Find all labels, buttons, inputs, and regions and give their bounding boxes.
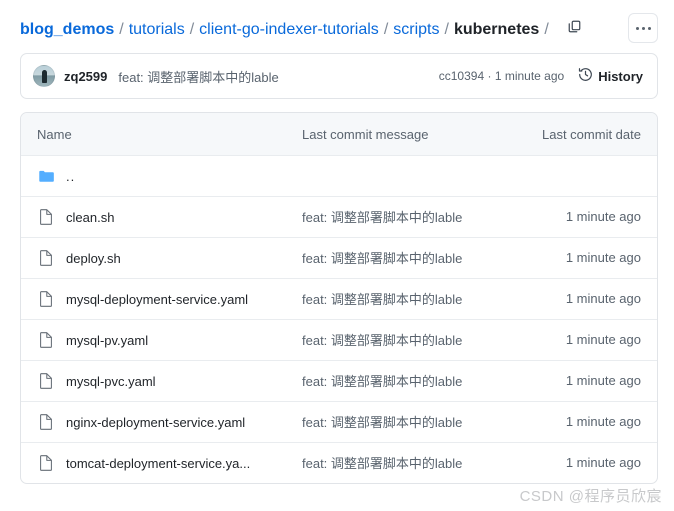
- file-icon: [37, 331, 55, 349]
- breadcrumb-item-tutorials[interactable]: tutorials: [129, 22, 185, 38]
- folder-icon: [37, 167, 55, 185]
- breadcrumb: blog_demos / tutorials / client-go-index…: [20, 15, 614, 41]
- row-commit-message[interactable]: feat: 调整部署脚本中的lable: [302, 333, 462, 348]
- row-name-cell: mysql-pvc.yaml: [37, 372, 302, 390]
- row-name-link[interactable]: mysql-pv.yaml: [66, 333, 148, 348]
- column-header-name: Name: [37, 126, 72, 142]
- row-message-cell: feat: 调整部署脚本中的lable: [302, 248, 521, 268]
- history-clock-icon: [578, 67, 593, 85]
- breadcrumb-bar: blog_demos / tutorials / client-go-index…: [0, 0, 674, 43]
- row-date-cell: 1 minute ago: [521, 249, 641, 267]
- breadcrumb-separator: /: [444, 21, 449, 38]
- table-row[interactable]: clean.sh feat: 调整部署脚本中的lable 1 minute ago: [21, 196, 657, 237]
- row-commit-date: 1 minute ago: [565, 373, 641, 388]
- row-message-cell: feat: 调整部署脚本中的lable: [302, 371, 521, 391]
- table-row[interactable]: mysql-pv.yaml feat: 调整部署脚本中的lable 1 minute…: [21, 319, 657, 360]
- row-message-cell: feat: 调整部署脚本中的lable: [302, 412, 521, 432]
- row-name-link[interactable]: mysql-deployment-service.yaml: [66, 292, 248, 307]
- row-commit-date: 1 minute ago: [565, 414, 641, 429]
- table-row[interactable]: mysql-deployment-service.yaml feat: 调整部署脚…: [21, 278, 657, 319]
- row-name-link[interactable]: mysql-pvc.yaml: [66, 374, 156, 389]
- history-button-label: History: [598, 68, 643, 84]
- row-date-cell: 1 minute ago: [521, 208, 641, 226]
- row-commit-message[interactable]: feat: 调整部署脚本中的lable: [302, 456, 462, 471]
- row-name-cell: tomcat-deployment-service.ya...: [37, 454, 302, 472]
- table-row[interactable]: mysql-pvc.yaml feat: 调整部署脚本中的lable 1 minut…: [21, 360, 657, 401]
- row-message-cell: feat: 调整部署脚本中的lable: [302, 330, 521, 350]
- row-commit-date: 1 minute ago: [565, 291, 641, 306]
- row-message-cell: feat: 调整部署脚本中的lable: [302, 207, 521, 227]
- file-icon: [37, 290, 55, 308]
- row-date-cell: 1 minute ago: [521, 331, 641, 349]
- latest-commit-bar: zq2599 feat: 调整部署脚本中的lable cc10394 · 1 m…: [20, 53, 658, 99]
- table-row[interactable]: deploy.sh feat: 调整部署脚本中的lable 1 minute ago: [21, 237, 657, 278]
- file-icon: [37, 249, 55, 267]
- row-message-cell: feat: 调整部署脚本中的lable: [302, 453, 521, 473]
- row-commit-message[interactable]: feat: 调整部署脚本中的lable: [302, 251, 462, 266]
- row-message-cell: feat: 调整部署脚本中的lable: [302, 289, 521, 309]
- row-name-cell: clean.sh: [37, 208, 302, 226]
- row-name-link[interactable]: deploy.sh: [66, 251, 121, 266]
- breadcrumb-trailing-separator: /: [544, 21, 549, 38]
- file-icon: [37, 454, 55, 472]
- commit-meta-separator: ·: [487, 69, 492, 83]
- row-commit-date: 1 minute ago: [565, 332, 641, 347]
- row-name-cell: nginx-deployment-service.yaml: [37, 413, 302, 431]
- history-button[interactable]: History: [578, 67, 643, 85]
- table-row[interactable]: nginx-deployment-service.yaml feat: 调整部署脚…: [21, 401, 657, 442]
- row-name-cell: mysql-pv.yaml: [37, 331, 302, 349]
- breadcrumb-separator: /: [119, 21, 124, 38]
- column-header-last-commit-message: Last commit message: [302, 126, 429, 142]
- kebab-more-icon: [635, 26, 651, 30]
- commit-author[interactable]: zq2599: [64, 69, 107, 84]
- breadcrumb-item-scripts[interactable]: scripts: [393, 22, 439, 38]
- file-icon: [37, 208, 55, 226]
- row-commit-message[interactable]: feat: 调整部署脚本中的lable: [302, 374, 462, 389]
- row-commit-date: 1 minute ago: [565, 250, 641, 265]
- breadcrumb-separator: /: [189, 21, 195, 38]
- row-date-cell: 1 minute ago: [521, 413, 641, 431]
- breadcrumb-item-blog_demos[interactable]: blog_demos: [20, 22, 114, 38]
- row-date-cell: 1 minute ago: [521, 290, 641, 308]
- row-commit-message[interactable]: feat: 调整部署脚本中的lable: [302, 415, 462, 430]
- row-name-link[interactable]: ..: [66, 169, 75, 184]
- row-name-link[interactable]: nginx-deployment-service.yaml: [66, 415, 245, 430]
- avatar[interactable]: [33, 65, 55, 87]
- breadcrumb-item-client-go-indexer-tutorials[interactable]: client-go-indexer-tutorials: [199, 22, 379, 38]
- row-name-link[interactable]: tomcat-deployment-service.ya...: [66, 456, 250, 471]
- table-row[interactable]: ..: [21, 155, 657, 196]
- table-header-row: Name Last commit message Last commit dat…: [21, 113, 657, 155]
- row-name-cell: mysql-deployment-service.yaml: [37, 290, 302, 308]
- column-header-last-commit-date: Last commit date: [542, 126, 641, 142]
- commit-relative-time: 1 minute ago: [494, 69, 565, 83]
- commit-meta: cc10394 · 1 minute ago: [439, 69, 564, 83]
- row-commit-message[interactable]: feat: 调整部署脚本中的lable: [302, 292, 462, 307]
- copy-path-button[interactable]: [562, 15, 588, 41]
- row-commit-date: 1 minute ago: [565, 209, 641, 224]
- row-commit-date: 1 minute ago: [565, 455, 641, 470]
- row-date-cell: 1 minute ago: [521, 454, 641, 472]
- breadcrumb-item-kubernetes: kubernetes: [453, 21, 540, 38]
- row-name-cell: deploy.sh: [37, 249, 302, 267]
- more-options-button[interactable]: [628, 13, 658, 43]
- row-date-cell: 1 minute ago: [521, 372, 641, 390]
- breadcrumb-separator: /: [383, 21, 389, 38]
- copy-path-icon: [567, 19, 582, 37]
- commit-sha[interactable]: cc10394: [439, 69, 484, 83]
- file-table: Name Last commit message Last commit dat…: [20, 112, 658, 484]
- file-icon: [37, 413, 55, 431]
- table-body: .. clean.sh feat: 调整部署脚本中的lable 1 minute ag…: [21, 155, 657, 483]
- table-row[interactable]: tomcat-deployment-service.ya... feat: 调整部…: [21, 442, 657, 483]
- row-commit-message[interactable]: feat: 调整部署脚本中的lable: [302, 210, 462, 225]
- file-icon: [37, 372, 55, 390]
- row-name-cell: ..: [37, 167, 302, 185]
- commit-message[interactable]: feat: 调整部署脚本中的lable: [118, 67, 438, 86]
- row-name-link[interactable]: clean.sh: [66, 210, 114, 225]
- watermark: CSDN @程序员欣宸: [519, 488, 662, 505]
